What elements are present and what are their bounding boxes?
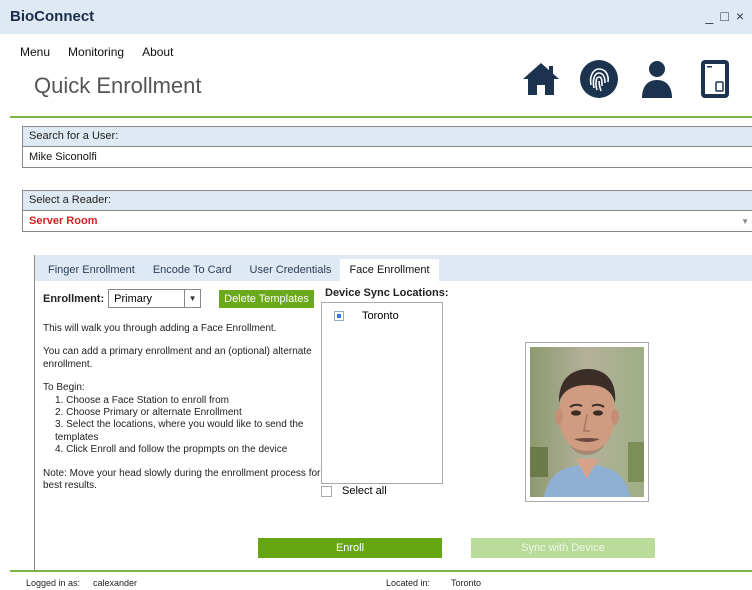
device-icon[interactable] — [694, 58, 736, 100]
enrollment-select[interactable]: Primary ▼ — [108, 289, 202, 308]
search-label: Search for a User: — [23, 127, 752, 147]
located-in-value: Toronto — [451, 578, 482, 588]
location-label: Toronto — [362, 310, 399, 322]
menu-item-menu[interactable]: Menu — [20, 45, 50, 59]
enroll-button[interactable]: Enroll — [258, 538, 442, 558]
home-icon[interactable] — [520, 58, 562, 100]
face-image — [530, 347, 644, 497]
enrollment-selected: Primary — [114, 292, 153, 305]
maximize-button[interactable]: □ — [720, 9, 728, 23]
logged-in-label: Logged in as: — [26, 578, 81, 588]
app-title: BioConnect — [10, 8, 95, 25]
location-checkbox[interactable] — [334, 311, 344, 321]
close-button[interactable]: × — [736, 9, 744, 23]
window-controls: _ □ × — [706, 9, 744, 23]
note-text: Note: Move your head slowly during the e… — [43, 467, 321, 492]
menu-item-monitoring[interactable]: Monitoring — [68, 45, 124, 59]
instructions: This will walk you through adding a Face… — [43, 323, 323, 503]
top-divider — [10, 116, 752, 118]
face-photo — [525, 342, 649, 502]
enrollment-tab-panel: Finger Enrollment Encode To Card User Cr… — [34, 255, 752, 571]
tab-face-enrollment[interactable]: Face Enrollment — [340, 259, 439, 281]
enrollment-label: Enrollment: — [43, 292, 105, 305]
chevron-down-icon[interactable]: ▼ — [741, 217, 749, 226]
located-in-label: Located in: — [386, 578, 431, 588]
intro-text: This will walk you through adding a Face… — [43, 323, 277, 334]
minimize-button[interactable]: _ — [706, 9, 714, 23]
delete-templates-button[interactable]: Delete Templates — [219, 289, 314, 308]
enrollment-row: Enrollment: Primary ▼ Delete Templates — [43, 289, 314, 308]
select-all-row: Select all — [321, 485, 387, 497]
chevron-down-icon[interactable]: ▼ — [184, 290, 200, 307]
sync-with-device-button: Sync with Device — [471, 538, 655, 558]
select-all-label: Select all — [342, 485, 387, 497]
tab-finger-enrollment[interactable]: Finger Enrollment — [39, 259, 144, 281]
step-item: 2. Choose Primary or alternate Enrollmen… — [55, 407, 242, 419]
fingerprint-icon[interactable] — [578, 58, 620, 100]
reader-select[interactable]: Server Room — [23, 211, 752, 231]
reader-label: Select a Reader: — [23, 191, 752, 211]
nav-icons — [520, 58, 736, 100]
tab-strip: Finger Enrollment Encode To Card User Cr… — [35, 255, 752, 281]
select-all-checkbox[interactable] — [321, 485, 332, 497]
menu-bar: Menu Monitoring About — [20, 45, 173, 59]
sync-title: Device Sync Locations: — [325, 287, 449, 299]
user-icon[interactable] — [636, 58, 678, 100]
begin-label: To Begin: — [43, 382, 85, 394]
menu-item-about[interactable]: About — [142, 45, 173, 59]
title-bar: BioConnect _ □ × — [0, 0, 752, 34]
page-title: Quick Enrollment — [34, 73, 202, 98]
primary-note: You can add a primary enrollment and an … — [43, 346, 312, 370]
step-item: 1. Choose a Face Station to enroll from — [55, 394, 229, 406]
tab-user-credentials[interactable]: User Credentials — [241, 259, 341, 281]
user-search-box: Search for a User: Mike Siconolfi — [22, 126, 752, 168]
step-item: 3. Select the locations, where you would… — [55, 419, 304, 443]
reader-select-box: Select a Reader: Server Room ▼ — [22, 190, 752, 232]
status-bar: Logged in as: calexander Located in: Tor… — [0, 572, 752, 590]
search-input[interactable]: Mike Siconolfi — [23, 147, 752, 167]
tab-encode-to-card[interactable]: Encode To Card — [144, 259, 241, 281]
step-item: 4. Click Enroll and follow the propmpts … — [55, 444, 288, 456]
list-item[interactable]: Toronto — [322, 303, 442, 322]
sync-locations-list: Toronto — [321, 302, 443, 484]
logged-in-value: calexander — [93, 578, 138, 588]
